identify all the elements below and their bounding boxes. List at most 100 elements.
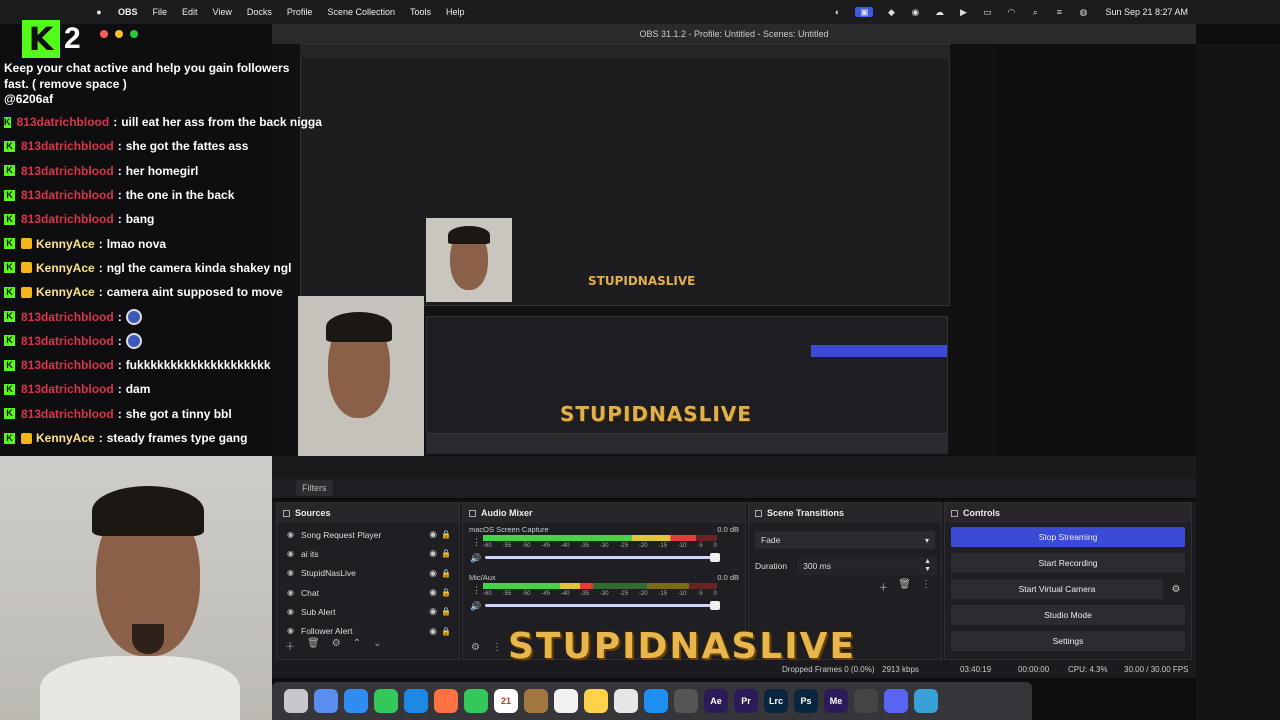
studio-mode-button[interactable]: Studio Mode	[951, 605, 1185, 625]
dock-app-icon[interactable]	[884, 689, 908, 713]
dock-app-icon[interactable]: Me	[824, 689, 848, 713]
dock-float-icon[interactable]	[283, 509, 290, 517]
chat-username[interactable]: 813datrichblood	[21, 382, 114, 396]
chat-username[interactable]: 813datrichblood	[17, 115, 110, 129]
dock-app-icon[interactable]: 21	[494, 689, 518, 713]
record-icon[interactable]: ◉	[909, 7, 921, 17]
lock-icon[interactable]: 🔒	[441, 549, 451, 558]
menu-docks[interactable]: Docks	[247, 7, 272, 17]
menu-app-name[interactable]: OBS	[118, 7, 138, 17]
apple-icon[interactable]: ●	[92, 7, 106, 17]
chat-username[interactable]: 813datrichblood	[21, 188, 114, 202]
menu-scene-collection[interactable]: Scene Collection	[327, 7, 395, 17]
source-properties-icon[interactable]: ⚙	[332, 638, 341, 653]
menu-view[interactable]: View	[213, 7, 232, 17]
screen-share-icon[interactable]: ▣	[855, 7, 874, 17]
cloud-icon[interactable]: ☁	[933, 7, 945, 17]
speaker-icon[interactable]: 🔊	[470, 553, 481, 564]
chat-username[interactable]: 813datrichblood	[21, 334, 114, 348]
visibility-eye-icon[interactable]: ◉	[429, 587, 437, 598]
dock-app-icon[interactable]: Ps	[794, 689, 818, 713]
visibility-eye-icon[interactable]: ◉	[429, 626, 437, 637]
speaker-icon[interactable]: 🔊	[470, 601, 481, 612]
add-source-icon[interactable]: ＋	[285, 638, 295, 653]
dock-app-icon[interactable]	[344, 689, 368, 713]
transition-select[interactable]: Fade ▾	[755, 531, 935, 549]
mixer-settings-icon[interactable]: ⚙	[471, 642, 480, 653]
source-item[interactable]: ◉ ai its ◉ 🔒	[277, 544, 459, 563]
dock-app-icon[interactable]	[284, 689, 308, 713]
volume-slider[interactable]	[485, 601, 720, 610]
chat-username[interactable]: KennyAce	[36, 237, 95, 251]
start-recording-button[interactable]: Start Recording	[951, 553, 1185, 573]
mixer-menu-icon[interactable]: ⋮	[492, 642, 502, 653]
lock-icon[interactable]: 🔒	[441, 627, 451, 636]
chat-username[interactable]: 813datrichblood	[21, 358, 114, 372]
remove-source-icon[interactable]: 🗑	[307, 638, 320, 653]
menu-tools[interactable]: Tools	[410, 7, 431, 17]
lock-icon[interactable]: 🔒	[441, 588, 451, 597]
visibility-eye-icon[interactable]: ◉	[429, 606, 437, 617]
wifi-icon[interactable]: ◠	[1005, 7, 1017, 17]
lock-icon[interactable]: 🔒	[441, 607, 451, 616]
chat-username[interactable]: 813datrichblood	[21, 212, 114, 226]
chat-username[interactable]: 813datrichblood	[21, 164, 114, 178]
menu-help[interactable]: Help	[446, 7, 465, 17]
chat-username[interactable]: 813datrichblood	[21, 407, 114, 421]
dock-app-icon[interactable]: Lrc	[764, 689, 788, 713]
dock-app-icon[interactable]	[584, 689, 608, 713]
menu-profile[interactable]: Profile	[287, 7, 313, 17]
dock-float-icon[interactable]	[755, 509, 762, 517]
visibility-eye-icon[interactable]: ◉	[429, 568, 437, 579]
channel-menu-icon[interactable]: ⋮	[472, 537, 481, 548]
dropbox-icon[interactable]: ◆	[885, 7, 897, 17]
menu-edit[interactable]: Edit	[182, 7, 198, 17]
move-up-icon[interactable]: ⌃	[353, 638, 361, 653]
control-center-icon[interactable]: ≡	[1053, 7, 1065, 17]
chat-username[interactable]: 813datrichblood	[21, 310, 114, 324]
dock-app-icon[interactable]	[644, 689, 668, 713]
channel-menu-icon[interactable]: ⋮	[472, 585, 481, 596]
remove-transition-icon[interactable]: 🗑	[898, 579, 911, 594]
source-item[interactable]: ◉ StupidNasLive ◉ 🔒	[277, 564, 459, 583]
visibility-eye-icon[interactable]: ◉	[429, 529, 437, 540]
dock-app-icon[interactable]	[554, 689, 578, 713]
lock-icon[interactable]: 🔒	[441, 530, 451, 539]
chat-username[interactable]: KennyAce	[36, 261, 95, 275]
siri-icon[interactable]: ◍	[1077, 7, 1089, 17]
dock-float-icon[interactable]	[469, 509, 476, 517]
volume-slider-knob[interactable]	[710, 601, 720, 610]
filters-button[interactable]: Filters	[296, 480, 333, 496]
add-transition-icon[interactable]: ＋	[878, 579, 888, 594]
lock-icon[interactable]: 🔒	[441, 569, 451, 578]
duration-input[interactable]: 300 ms	[797, 557, 938, 575]
dock-app-icon[interactable]	[674, 689, 698, 713]
dock-app-icon[interactable]: Ae	[704, 689, 728, 713]
virtual-camera-settings-icon[interactable]: ⚙	[1169, 584, 1183, 595]
source-item[interactable]: ◉ Chat ◉ 🔒	[277, 583, 459, 602]
search-icon[interactable]: ⌕	[1029, 7, 1041, 17]
chat-username[interactable]: KennyAce	[36, 285, 95, 299]
dock-app-icon[interactable]	[314, 689, 338, 713]
play-icon[interactable]: ▶	[957, 7, 969, 17]
source-item[interactable]: ◉ Song Request Player ◉ 🔒	[277, 525, 459, 544]
dock-app-icon[interactable]	[374, 689, 398, 713]
chat-username[interactable]: KennyAce	[36, 431, 95, 445]
dock-app-icon[interactable]	[434, 689, 458, 713]
dock-app-icon[interactable]	[614, 689, 638, 713]
stop-streaming-button[interactable]: Stop Streaming	[951, 527, 1185, 547]
visibility-eye-icon[interactable]: ◉	[429, 548, 437, 559]
gamepad-icon[interactable]: ◐	[831, 7, 843, 17]
dock-app-icon[interactable]: Pr	[734, 689, 758, 713]
start-virtual-camera-button[interactable]: Start Virtual Camera	[951, 579, 1163, 599]
chat-username[interactable]: 813datrichblood	[21, 139, 114, 153]
dock-app-icon[interactable]	[854, 689, 878, 713]
volume-slider-knob[interactable]	[710, 553, 720, 562]
source-item[interactable]: ◉ Sub Alert ◉ 🔒	[277, 602, 459, 621]
zoom-window-icon[interactable]	[130, 30, 138, 38]
battery-icon[interactable]: ▭	[981, 7, 993, 17]
dock-float-icon[interactable]	[951, 509, 958, 517]
transition-menu-icon[interactable]: ⋮	[921, 579, 931, 594]
menu-file[interactable]: File	[153, 7, 168, 17]
close-window-icon[interactable]	[100, 30, 108, 38]
